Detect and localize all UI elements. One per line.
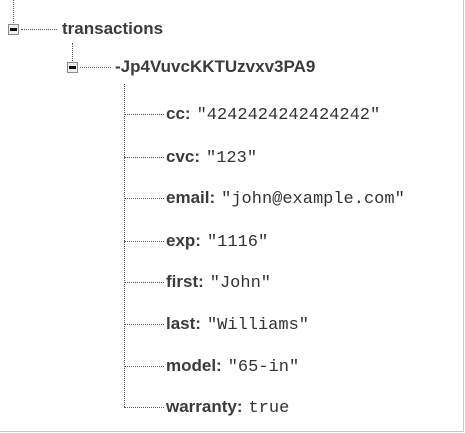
field-branch-line [124,366,164,367]
field-row-first[interactable]: first: "John" [166,270,271,294]
field-row-warranty[interactable]: warranty: true [166,395,289,419]
field-value: "4242424242424242" [196,106,381,125]
field-branch-line [124,282,164,283]
field-key: first: [166,272,204,291]
tree-node-transactions[interactable]: transactions [62,17,163,41]
field-branch-line [124,241,164,242]
field-key: last: [166,314,201,333]
field-value: "John" [209,274,271,293]
field-value: "65-in" [227,358,300,377]
field-key: warranty: [166,397,243,416]
field-branch-line [124,324,164,325]
field-row-cc[interactable]: cc: "4242424242424242" [166,102,380,126]
field-value: "123" [206,149,258,168]
field-branch-line [124,157,164,158]
field-row-model[interactable]: model: "65-in" [166,354,299,378]
collapse-record-toggle[interactable] [67,62,78,73]
field-key: exp: [166,231,201,250]
field-value: "john@example.com" [221,190,405,209]
fields-trunk-line [124,84,125,407]
json-tree-view: transactions -Jp4VuvcKKTUzvxv3PA9 cc: "42… [0,0,465,433]
field-key: cvc: [166,147,201,166]
root-branch-line [21,29,57,30]
field-key: model: [166,356,222,375]
field-row-exp[interactable]: exp: "1116" [166,229,268,253]
node-key: transactions [62,19,164,38]
field-row-cvc[interactable]: cvc: "123" [166,145,257,169]
node-key: -Jp4VuvcKKTUzvxv3PA9 [115,57,316,76]
field-key: cc: [166,104,191,123]
field-row-email[interactable]: email: "john@example.com" [166,186,405,210]
field-branch-line [124,198,164,199]
tree-node-record[interactable]: -Jp4VuvcKKTUzvxv3PA9 [115,55,315,79]
field-value: "1116" [206,233,269,252]
child-connector-line [72,43,73,61]
field-key: email: [166,188,216,207]
collapse-transactions-toggle[interactable] [8,24,19,35]
field-row-last[interactable]: last: "Williams" [166,312,309,336]
field-branch-line [124,407,164,408]
field-value: true [248,399,290,418]
field-value: "Williams" [206,316,309,335]
child-branch-line [80,67,111,68]
root-connector-line [13,0,14,23]
field-branch-line [124,114,164,115]
